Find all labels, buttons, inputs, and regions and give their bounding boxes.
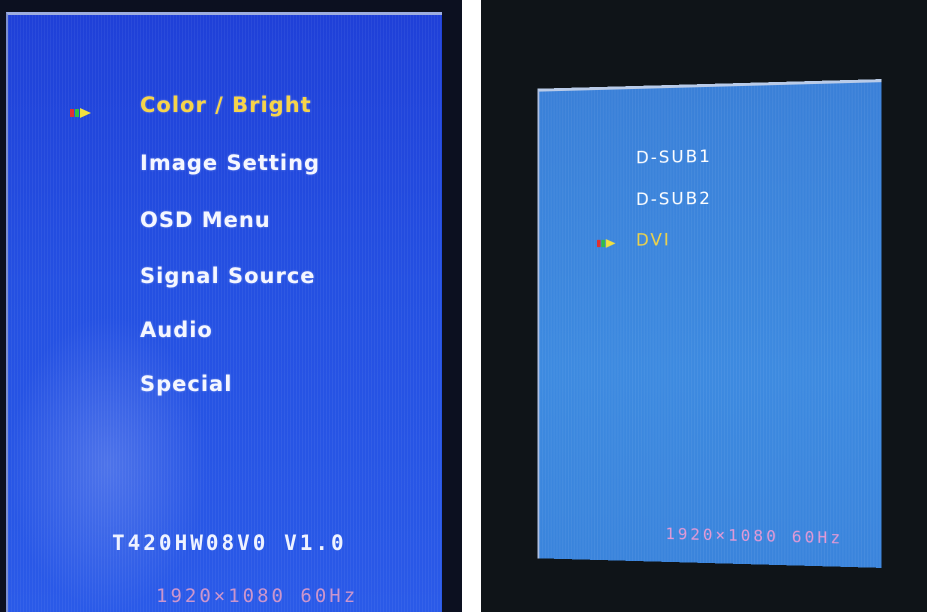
menu-item-signal-source[interactable]: Signal Source <box>140 264 316 288</box>
menu-item-color-bright[interactable]: Color / Bright <box>140 93 312 117</box>
right-monitor-photo: D-SUB1 D-SUB2 DVI 1920×1080 60Hz <box>481 0 927 612</box>
pointer-arrow-icon <box>70 108 91 118</box>
resolution-readout: 1920×1080 60Hz <box>665 524 844 548</box>
menu-item-audio[interactable]: Audio <box>140 318 213 342</box>
source-item-d-sub2[interactable]: D-SUB2 <box>636 189 712 210</box>
left-monitor-photo: Color / Bright Image Setting OSD Menu Si… <box>0 0 462 612</box>
screen-glare <box>8 315 208 612</box>
menu-item-special[interactable]: Special <box>140 372 232 396</box>
pointer-arrow-icon <box>597 238 616 248</box>
menu-item-image-setting[interactable]: Image Setting <box>140 151 320 175</box>
source-item-dvi[interactable]: DVI <box>636 230 671 250</box>
osd-main-menu: Color / Bright Image Setting OSD Menu Si… <box>6 12 442 612</box>
osd-source-menu: D-SUB1 D-SUB2 DVI 1920×1080 60Hz <box>537 79 882 568</box>
source-item-d-sub1[interactable]: D-SUB1 <box>636 147 712 168</box>
firmware-version: T420HW08V0 V1.0 <box>112 531 347 555</box>
menu-item-osd-menu[interactable]: OSD Menu <box>140 208 271 232</box>
resolution-readout: 1920×1080 60Hz <box>156 585 359 607</box>
